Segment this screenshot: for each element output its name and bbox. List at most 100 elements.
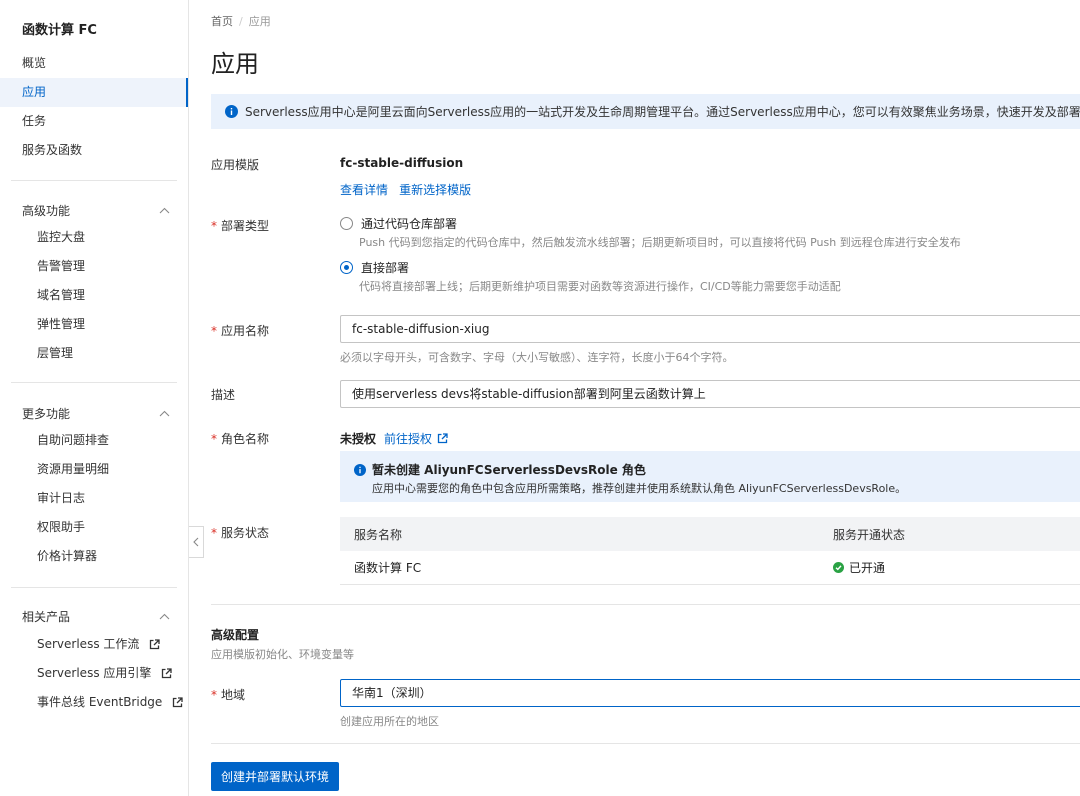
page-title: 应用 [211,50,259,78]
info-icon [225,105,238,118]
external-link-icon [150,639,160,650]
column-header-service-name: 服务名称 [354,527,403,542]
service-status-table: 服务名称 服务开通状态 函数计算 FC 已开通 [340,517,1080,585]
breadcrumb-home[interactable]: 首页 [211,15,233,28]
reselect-template-link[interactable]: 重新选择模版 [399,183,471,197]
info-banner-text: Serverless应用中心是阿里云面向Serverless应用的一站式开发及生… [245,105,1080,119]
link-label: Serverless 应用引擎 [37,666,152,680]
sidebar-item-troubleshoot[interactable]: 自助问题排查 [0,426,188,455]
advanced-config-title: 高级配置 [211,628,260,642]
radio-repo-deploy[interactable]: 通过代码仓库部署 [340,215,457,232]
radio-button-checked[interactable] [340,261,353,274]
sidebar-item-tasks[interactable]: 任务 [0,107,188,136]
product-title: 函数计算 FC [22,23,97,38]
breadcrumb-current: 应用 [248,15,271,28]
role-status: 未授权 前往授权 [340,430,448,447]
role-notice-title-text: 暂未创建 AliyunFCServerlessDevsRole 角色 [372,463,646,477]
app-name-input[interactable]: fc-stable-diffusion-xiug [340,315,1080,343]
group-title-label: 相关产品 [22,610,71,624]
sidebar-item-monitoring[interactable]: 监控大盘 [0,223,188,252]
required-mark: * [211,688,217,702]
service-status-cell: 已开通 [819,559,885,576]
sidebar-item-price-calculator[interactable]: 价格计算器 [0,542,188,571]
role-label-text: 角色名称 [221,432,270,446]
region-select[interactable]: 华南1（深圳） [340,679,1080,707]
description-label: 描述 [211,388,236,402]
sidebar-item-audit-log[interactable]: 审计日志 [0,484,188,513]
region-label: * 地域 [211,686,245,703]
sidebar-item-services-functions[interactable]: 服务及函数 [0,136,188,165]
role-status-text: 未授权 [340,432,377,446]
sidebar-item-serverless-workflow[interactable]: Serverless 工作流 [0,630,188,659]
sidebar-item-eventbridge[interactable]: 事件总线 EventBridge [0,688,188,717]
role-label: * 角色名称 [211,430,269,447]
chevron-up-icon [159,613,170,620]
required-mark: * [211,432,217,446]
radio-direct-deploy[interactable]: 直接部署 [340,259,409,276]
service-status-label-text: 服务状态 [221,526,270,540]
sidebar-item-domains[interactable]: 域名管理 [0,281,188,310]
column-header-status: 服务开通状态 [833,527,906,542]
sidebar-item-scaling[interactable]: 弹性管理 [0,310,188,339]
region-help: 创建应用所在的地区 [340,715,439,728]
role-notice: 暂未创建 AliyunFCServerlessDevsRole 角色 应用中心需… [340,451,1080,502]
deploy-type-label-text: 部署类型 [221,219,270,233]
required-mark: * [211,526,217,540]
radio-direct-deploy-desc: 代码将直接部署上线；后期更新维护项目需要对函数等资源进行操作，CI/CD等能力需… [359,280,841,293]
section-divider [211,604,1080,605]
authorize-link[interactable]: 前往授权 [384,430,432,447]
app-name-help: 必须以字母开头，可含数字、字母（大小写敏感）、连字符，长度小于64个字符。 [340,351,734,364]
template-value: fc-stable-diffusion [340,156,464,170]
sidebar-item-alerts[interactable]: 告警管理 [0,252,188,281]
required-mark: * [211,219,217,233]
section-divider [211,743,1080,744]
app-name-label: * 应用名称 [211,322,269,339]
service-name-cell: 函数计算 FC [354,561,422,575]
external-link-icon[interactable] [437,433,448,444]
radio-label: 直接部署 [361,261,410,275]
advanced-config-subtitle: 应用模版初始化、环境变量等 [211,648,354,661]
sidebar-divider [11,382,177,383]
chevron-up-icon [159,207,170,214]
service-status-label: * 服务状态 [211,524,269,541]
group-more-features[interactable]: 更多功能 [22,405,170,422]
status-text: 已开通 [849,561,886,575]
sidebar-item-serverless-app-engine[interactable]: Serverless 应用引擎 [0,659,188,688]
create-deploy-button[interactable]: 创建并部署默认环境 [211,762,339,791]
info-icon [354,463,366,476]
chevron-up-icon [159,410,170,417]
template-label: 应用模版 [211,158,260,172]
sidebar-divider [11,180,177,181]
required-mark: * [211,324,217,338]
external-link-icon [172,697,183,708]
template-links: 查看详情 重新选择模版 [340,179,471,198]
sidebar-item-usage[interactable]: 资源用量明细 [0,455,188,484]
deploy-type-label: * 部署类型 [211,217,269,234]
view-details-link[interactable]: 查看详情 [340,183,388,197]
sidebar-item-overview[interactable]: 概览 [0,49,188,78]
link-label: 事件总线 EventBridge [37,695,163,709]
sidebar-divider [11,587,177,588]
link-label: Serverless 工作流 [37,637,140,651]
main-content: 首页 / 应用 应用 Serverless应用中心是阿里云面向Serverless应… [189,0,1080,796]
check-circle-icon [833,562,844,573]
radio-repo-deploy-desc: Push 代码到您指定的代码仓库中，然后触发流水线部署；后期更新项目时，可以直接… [359,236,961,249]
group-advanced-features[interactable]: 高级功能 [22,202,170,219]
region-label-text: 地域 [221,688,246,702]
role-notice-title: 暂未创建 AliyunFCServerlessDevsRole 角色 [354,461,1080,478]
sidebar-item-permission-assistant[interactable]: 权限助手 [0,513,188,542]
radio-button[interactable] [340,217,353,230]
sidebar-item-applications[interactable]: 应用 [0,78,188,107]
group-title-label: 更多功能 [22,407,71,421]
app-name-label-text: 应用名称 [221,324,270,338]
sidebar: 函数计算 FC 概览 应用 任务 服务及函数 高级功能 监控大盘 告警管理 域名… [0,0,189,796]
external-link-icon [162,668,172,679]
description-input[interactable]: 使用serverless devs将stable-diffusion部署到阿里云… [340,380,1080,408]
group-related-products[interactable]: 相关产品 [22,608,170,625]
info-banner: Serverless应用中心是阿里云面向Serverless应用的一站式开发及生… [211,94,1080,129]
group-title-label: 高级功能 [22,204,71,218]
radio-label: 通过代码仓库部署 [361,217,458,231]
sidebar-item-layers[interactable]: 层管理 [0,339,188,368]
table-header: 服务名称 服务开通状态 [340,517,1080,551]
table-row: 函数计算 FC 已开通 [340,551,1080,585]
